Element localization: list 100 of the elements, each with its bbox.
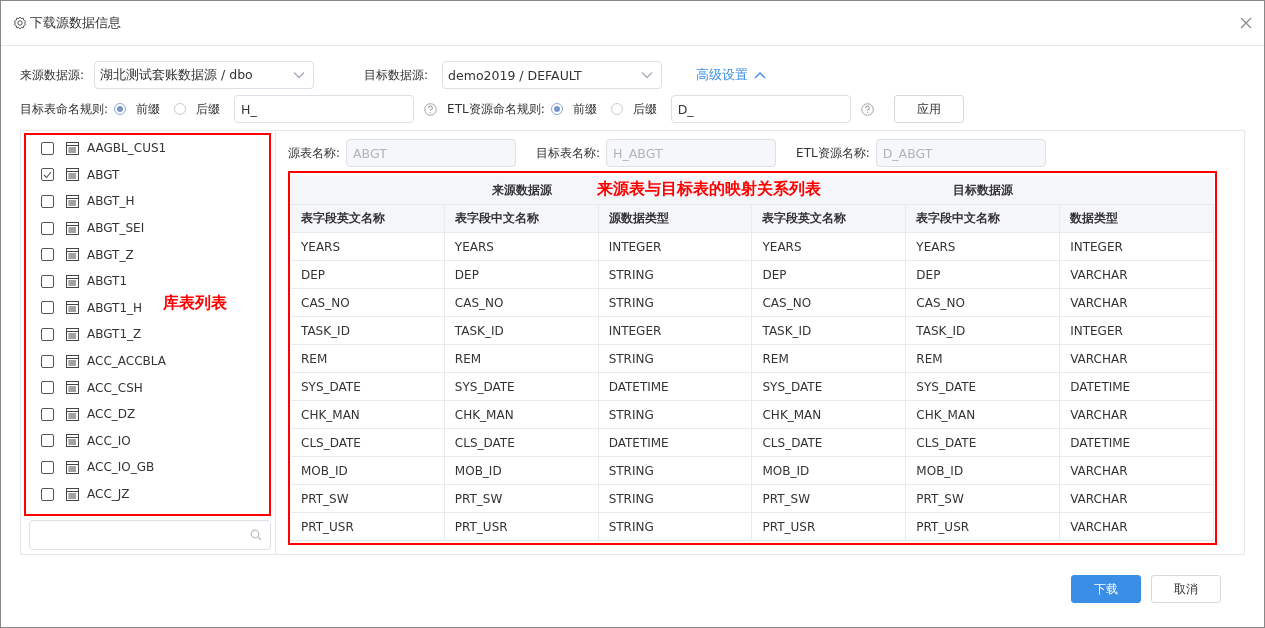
table-icon [66,195,79,208]
table-cell: DEP [752,261,907,289]
table-icon [66,301,79,315]
column-header: 表字段中文名称 [906,205,1061,233]
apply-button[interactable]: 应用 [893,95,964,123]
table-cell: DATETIME [598,429,753,457]
checkbox[interactable] [41,434,54,448]
table-cell: DEP [291,261,445,289]
table-cell: TASK_ID [291,317,445,345]
table-cell: CAS_NO [444,289,599,317]
table-cell: VARCHAR [1060,345,1214,373]
table-cell: PRT_USR [444,513,599,541]
table-icon [66,487,79,501]
name-label: 源表名称: [288,144,341,162]
table-cell: MOB_ID [444,457,599,485]
table-name[interactable]: ABGT_H [87,194,135,209]
table-cell: STRING [598,457,753,485]
table-cell: STRING [598,485,753,513]
table-name[interactable]: ABGT [87,167,120,182]
table-cell: CAS_NO [752,289,907,317]
source-select[interactable]: 湖北测试套账数据源 / dbo [94,61,315,89]
table-cell: TASK_ID [906,317,1061,345]
column-header: 表字段英文名称 [752,205,907,233]
table-cell: CLS_DATE [906,429,1061,457]
checkbox[interactable] [41,460,54,474]
chevron-up-icon [754,71,767,79]
table-cell: REM [444,345,599,373]
table-name[interactable]: ACC_IO_GB [87,460,155,475]
checkbox[interactable] [41,195,54,208]
table-name[interactable]: ACC_ACCBLA [87,354,166,369]
table-name[interactable]: ACC_CSH [87,380,143,395]
annotation-label: 来源表与目标表的映射关系列表 [597,179,821,200]
table-name[interactable]: ABGT1_H [87,300,143,315]
radio-option[interactable]: 前缀 [550,100,597,118]
target-select[interactable]: demo2019 / DEFAULT [442,61,663,89]
table-cell: PRT_USR [752,513,907,541]
radio-option[interactable]: 后缀 [174,100,221,118]
table-name[interactable]: AAGBL_CUS1 [87,141,167,156]
name-label: 目标表名称: [536,144,601,162]
advanced-settings-link[interactable]: 高级设置 [696,66,767,84]
table-cell: VARCHAR [1060,513,1214,541]
search-field[interactable] [29,520,271,550]
table-name[interactable]: ABGT1 [87,274,128,289]
prefix-input[interactable]: H_ [234,95,415,123]
table-icon [66,354,79,368]
checkbox[interactable] [41,354,54,368]
column-header: 源数据类型 [598,205,753,233]
table-cell: CHK_MAN [752,401,907,429]
table-icon [66,221,79,235]
table-cell: YEARS [906,233,1061,261]
table-cell: PRT_SW [906,485,1061,513]
table-name[interactable]: ACC_DZ [87,407,136,422]
table-cell: PRT_USR [906,513,1061,541]
name-label: ETL资源名称: [796,144,870,162]
checkbox[interactable] [41,301,54,315]
table-cell: YEARS [752,233,907,261]
target-label: 目标数据源: [364,66,429,84]
checkbox[interactable] [41,407,54,421]
table-cell: VARCHAR [1060,289,1214,317]
checkbox[interactable] [41,141,54,155]
table-name[interactable]: ABGT1_Z [87,327,142,342]
table-cell: STRING [598,401,753,429]
checkbox[interactable] [41,248,54,262]
table-cell: CAS_NO [906,289,1061,317]
table-cell: CHK_MAN [291,401,445,429]
table-cell: SYS_DATE [444,373,599,401]
table-icon [66,141,79,155]
table-icon [66,327,79,341]
table-cell: MOB_ID [291,457,445,485]
table-cell: CLS_DATE [291,429,445,457]
table-cell: INTEGER [598,317,753,345]
table-cell: STRING [598,261,753,289]
table-name[interactable]: ABGT_SEI [87,221,145,236]
checkbox[interactable] [41,381,54,395]
cancel-button[interactable]: 取消 [1151,575,1221,603]
table-cell: STRING [598,345,753,373]
prefix-input[interactable]: D_ [670,95,851,123]
table-cell: VARCHAR [1060,457,1214,485]
table-name[interactable]: ABGT_Z [87,247,134,262]
checkbox[interactable] [41,274,54,288]
table-icon [66,168,79,182]
table-cell: INTEGER [1060,317,1214,345]
checkbox[interactable] [41,487,54,501]
radio-option[interactable]: 前缀 [114,100,161,118]
checkbox[interactable] [41,327,54,341]
table-name[interactable]: ACC_IO [87,433,131,448]
table-cell: PRT_SW [444,485,599,513]
table-cell: MOB_ID [906,457,1061,485]
table-icon [66,381,79,395]
radio-option[interactable]: 后缀 [610,100,657,118]
table-cell: CAS_NO [291,289,445,317]
close-icon[interactable] [1240,17,1252,29]
table-cell: STRING [598,289,753,317]
checkbox[interactable] [41,221,54,235]
table-icon [66,460,79,474]
table-cell: DATETIME [1060,373,1214,401]
checkbox[interactable] [41,168,54,182]
table-name[interactable]: ACC_JZ [87,487,130,501]
table-cell: SYS_DATE [906,373,1061,401]
column-header: 表字段中文名称 [444,205,599,233]
